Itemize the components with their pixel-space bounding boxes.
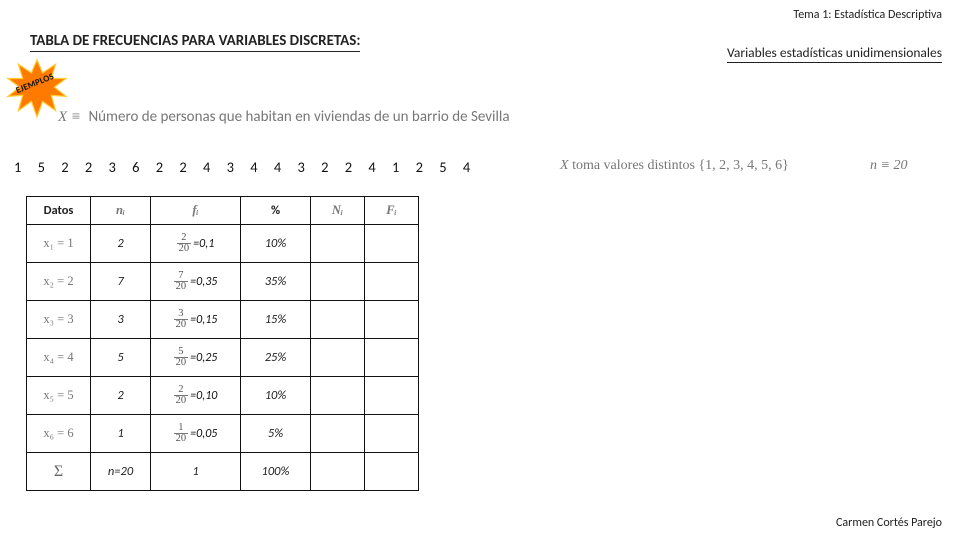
cell-Ni [311,225,365,263]
cell-n: 3 [91,301,151,339]
cell-total-Ni [311,453,365,491]
frequency-table: Datos nᵢ fᵢ % Nᵢ Fᵢ x₁ = 1 2 220=0,1 10%… [26,196,419,491]
cell-x: x₃ = 3 [27,301,91,339]
frac-result: =0,35 [190,275,217,289]
cell-Ni [311,339,365,377]
cell-Fi [365,339,419,377]
cell-pct: 5% [241,415,311,453]
cell-Ni [311,301,365,339]
table-row: x₂ = 2 7 720=0,35 35% [27,263,419,301]
cell-n: 5 [91,339,151,377]
distinct-text: toma valores distintos [569,158,699,173]
cell-x: x₄ = 4 [27,339,91,377]
table-row: x₄ = 4 5 520=0,25 25% [27,339,419,377]
col-header-Fi: Fᵢ [365,197,419,225]
table-header-row: Datos nᵢ fᵢ % Nᵢ Fᵢ [27,197,419,225]
cell-total-n: n=20 [91,453,151,491]
cell-Ni [311,377,365,415]
cell-n: 7 [91,263,151,301]
frac-result: =0,1 [193,237,214,251]
cell-total-Fi [365,453,419,491]
cell-f: 120=0,05 [151,415,241,453]
cell-Fi [365,301,419,339]
col-header-fi: fᵢ [151,197,241,225]
cell-sigma: Σ [27,453,91,491]
cell-Fi [365,263,419,301]
author-label: Carmen Cortés Parejo [836,516,942,530]
col-header-percent: % [241,197,311,225]
frac-den: 20 [174,358,189,369]
cell-x: x₁ = 1 [27,225,91,263]
cell-pct: 25% [241,339,311,377]
n-total-note: n ≡ 20 [870,158,907,174]
cell-n: 2 [91,225,151,263]
variable-definition: X ≡ Número de personas que habitan en vi… [58,108,510,126]
cell-total-pct: 100% [241,453,311,491]
frac-result: =0,25 [190,351,217,365]
raw-data-sequence: 1 5 2 2 3 6 2 2 4 3 4 4 3 2 2 4 1 2 5 4 [14,158,472,176]
variable-text: Número de personas que habitan en vivien… [88,108,509,126]
cell-Fi [365,225,419,263]
cell-pct: 35% [241,263,311,301]
distinct-var: X [560,158,569,173]
cell-x: x₅ = 5 [27,377,91,415]
frac-den: 20 [174,320,189,331]
n-label: n ≡ 20 [870,158,907,173]
table-row: x₅ = 5 2 220=0,10 10% [27,377,419,415]
col-header-Ni: Nᵢ [311,197,365,225]
cell-f: 720=0,35 [151,263,241,301]
cell-Ni [311,263,365,301]
cell-pct: 10% [241,225,311,263]
cell-Ni [311,415,365,453]
frac-den: 20 [174,282,189,293]
frac-den: 20 [174,396,189,407]
frac-result: =0,10 [190,389,217,403]
cell-n: 2 [91,377,151,415]
subtitle: Variables estadísticas unidimensionales [727,44,942,63]
variable-symbol: X ≡ [58,109,81,125]
cell-Fi [365,377,419,415]
table-row: x₆ = 6 1 120=0,05 5% [27,415,419,453]
cell-f: 220=0,10 [151,377,241,415]
cell-f: 520=0,25 [151,339,241,377]
table-row: x₃ = 3 3 320=0,15 15% [27,301,419,339]
cell-f: 320=0,15 [151,301,241,339]
cell-x: x₆ = 6 [27,415,91,453]
topic-label: Tema 1: Estadística Descriptiva [793,8,942,22]
distinct-values-note: X toma valores distintos {1, 2, 3, 4, 5,… [560,158,789,174]
sigma-icon: Σ [54,463,63,480]
cell-x: x₂ = 2 [27,263,91,301]
distinct-set: {1, 2, 3, 4, 5, 6} [698,158,788,173]
frac-result: =0,05 [190,427,217,441]
page-title: TABLA DE FRECUENCIAS PARA VARIABLES DISC… [30,32,360,52]
cell-total-f: 1 [151,453,241,491]
table-total-row: Σ n=20 1 100% [27,453,419,491]
col-header-ni: nᵢ [91,197,151,225]
frac-result: =0,15 [190,313,217,327]
cell-pct: 15% [241,301,311,339]
cell-pct: 10% [241,377,311,415]
cell-f: 220=0,1 [151,225,241,263]
frac-den: 20 [174,434,189,445]
col-header-datos: Datos [27,197,91,225]
cell-Fi [365,415,419,453]
cell-n: 1 [91,415,151,453]
frac-den: 20 [177,244,192,255]
table-row: x₁ = 1 2 220=0,1 10% [27,225,419,263]
